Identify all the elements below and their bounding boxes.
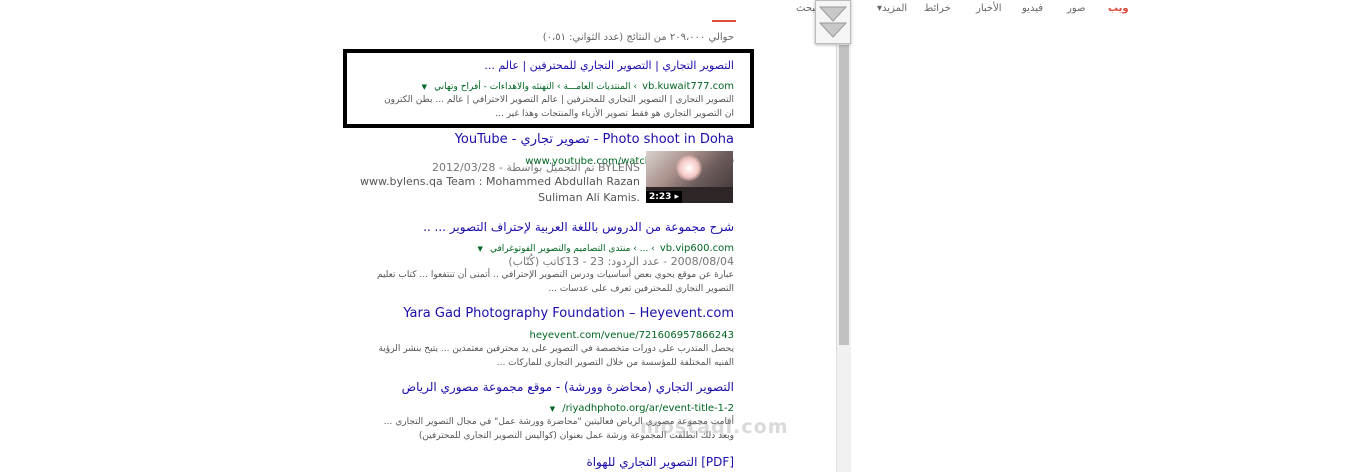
results-stats: حوالي ٢٠٩،٠٠٠ من النتائج (عدد الثواني: ٠… xyxy=(542,32,734,43)
tab-videos[interactable]: فيديو xyxy=(1022,3,1043,14)
result-snippet-line: ان التصوير التجاري هو فقط تصوير الأزياء … xyxy=(495,109,734,119)
video-details: 2012/03/28 - تم التحميل بواسطة BYLENS ww… xyxy=(360,161,640,206)
result-snippet-line: Suliman Ali Kamis. xyxy=(538,191,640,204)
search-result: Yara Gad Photography Foundation – Heyeve… xyxy=(378,306,734,370)
tab-more-label: المزيد xyxy=(882,3,908,14)
vertical-scrollbar[interactable] xyxy=(836,45,851,472)
result-url-row: vb.kuwait777.com › المنتديات العامـــة ›… xyxy=(384,74,734,93)
result-date-replies: 2008/08/04 - عدد الردود: 23 - 13كاتب (كُ… xyxy=(508,255,734,268)
result-url: vb.vip600.com xyxy=(659,243,734,254)
result-snippet-line: www.bylens.qa Team : Mohammed Abdullah R… xyxy=(359,175,640,188)
result-snippet-line: التصوير التجاري | التصوير التجاري للمحتر… xyxy=(384,95,734,105)
scrollbar-thumb[interactable] xyxy=(839,45,849,345)
result-date-uploader: 2012/03/28 - تم التحميل بواسطة BYLENS xyxy=(432,161,640,174)
dropdown-arrow-icon[interactable]: ▼ xyxy=(422,83,427,91)
result-url-row: vb.vip600.com › ... › منتدى التصاميم وال… xyxy=(377,236,734,255)
tab-images[interactable]: صور xyxy=(1067,3,1086,14)
tab-more[interactable]: المزيد▾ xyxy=(877,3,907,14)
result-url: heyevent.com/venue/721606957866243 xyxy=(529,330,735,341)
result-snippet-line: يحصل المتدرب على دورات متخصصة في التصوير… xyxy=(378,344,734,354)
result-snippet-line: التصوير التجاري للمحترفين تعرف على عدسات… xyxy=(548,284,734,294)
watermark: mostaql.com xyxy=(640,416,789,438)
page-fold-widget[interactable] xyxy=(815,0,851,44)
result-title-link[interactable]: التصوير التجاري | التصوير التجاري للمحتر… xyxy=(384,59,734,72)
result-url-row: heyevent.com/venue/721606957866243 xyxy=(378,323,735,342)
search-result: التصوير التجاري | التصوير التجاري للمحتر… xyxy=(384,59,734,121)
result-url: vb.kuwait777.com xyxy=(642,81,734,92)
active-tab-indicator xyxy=(712,20,736,22)
result-title-link[interactable]: [PDF] التصوير التجاري للهواة xyxy=(586,455,734,469)
result-breadcrumb: › ... › منتدى التصاميم والتصوير الفوتوغر… xyxy=(489,244,655,254)
result-snippet-line: عبارة عن موقع يحوي بعض أساسيات ودرس التص… xyxy=(376,270,734,280)
result-title-link[interactable]: شرح مجموعة من الدروس باللغة العربية لإحت… xyxy=(377,220,734,234)
fold-arrows-icon xyxy=(818,6,848,38)
dropdown-arrow-icon[interactable]: ▼ xyxy=(550,405,555,413)
video-thumbnail[interactable]: 2:23 ▸ xyxy=(646,151,733,203)
result-title-link[interactable]: التصوير التجاري (محاضرة وورشة) - موقع مج… xyxy=(384,380,734,394)
tab-web[interactable]: ويب xyxy=(1108,3,1129,14)
thumbnail-lamp-glow xyxy=(676,155,702,181)
result-url: riyadhphoto.org/ar/event-title-1-2/ xyxy=(562,403,734,414)
result-title-link[interactable]: Photo shoot in Doha - تصوير تجاري - YouT… xyxy=(455,132,734,147)
result-breadcrumb: › المنتديات العامـــة › التهنئه والاهداء… xyxy=(434,82,637,92)
search-result: [PDF] التصوير التجاري للهواة xyxy=(586,455,734,469)
result-url-row: riyadhphoto.org/ar/event-title-1-2/ ▼ xyxy=(384,396,734,415)
search-tabs-bar: أدوات البحث المزيد▾ خرائط الأخبار فيديو … xyxy=(395,0,1129,22)
tab-news[interactable]: الأخبار xyxy=(976,3,1002,14)
result-title-link[interactable]: Yara Gad Photography Foundation – Heyeve… xyxy=(378,306,734,321)
video-duration-badge: 2:23 ▸ xyxy=(646,191,683,203)
result-snippet-line: الفنيه المختلفة للمؤسسة من خلال التصوير … xyxy=(496,358,734,368)
tab-maps[interactable]: خرائط xyxy=(924,3,951,14)
dropdown-arrow-icon[interactable]: ▼ xyxy=(477,245,482,253)
search-result: شرح مجموعة من الدروس باللغة العربية لإحت… xyxy=(377,220,734,296)
